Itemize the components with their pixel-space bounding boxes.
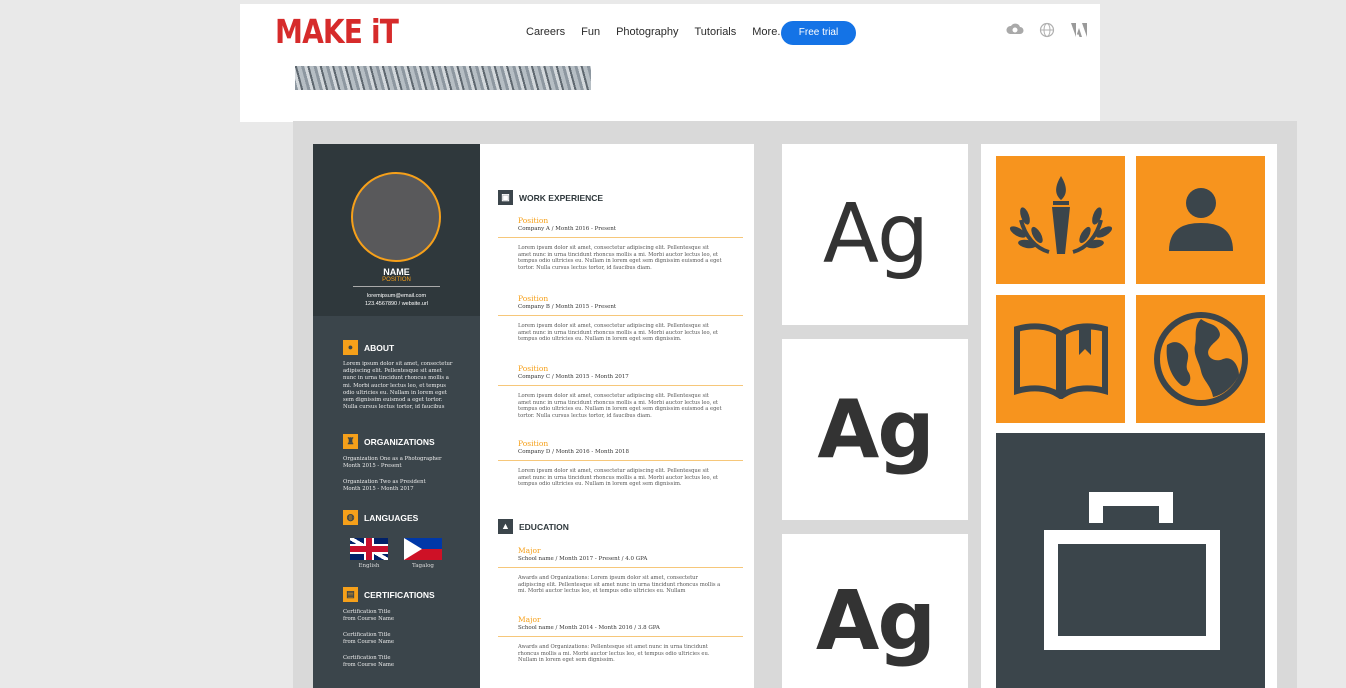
avatar [351, 172, 441, 262]
cert-item: Certification Title from Course Name [343, 609, 395, 623]
cert-item: Certification Title from Course Name [343, 632, 395, 646]
work-heading: ▣ WORK EXPERIENCE [498, 190, 603, 205]
person-icon: ● [343, 340, 358, 355]
resume-main: ▣ WORK EXPERIENCE Position Company A / M… [480, 144, 754, 688]
certifications-heading: ▤ CERTIFICATIONS [343, 587, 435, 602]
organizations-heading: ♜ ORGANIZATIONS [343, 434, 435, 449]
resume-contact: loremipsum@email.com 123.4567890 / websi… [365, 293, 428, 307]
resume-position: POSITION [382, 277, 411, 283]
book-icon: ▤ [343, 587, 358, 602]
nav-photography[interactable]: Photography [616, 26, 678, 38]
type-sample-bold: Ag [782, 534, 968, 688]
cert-item: Certification Title from Course Name [343, 655, 395, 669]
education-heading: ▲ EDUCATION [498, 519, 569, 534]
nav-more[interactable]: More.. [752, 26, 783, 38]
org-item: Organization Two as President Month 2015… [343, 479, 426, 493]
philippines-flag-icon [404, 538, 442, 560]
person-icon [1136, 156, 1265, 284]
resume-sidebar: NAME POSITION loremipsum@email.com 123.4… [313, 144, 480, 688]
languages-heading: ◍ LANGUAGES [343, 510, 418, 525]
globe-icon[interactable] [1038, 22, 1056, 40]
artwork-stage: NAME POSITION loremipsum@email.com 123.4… [293, 121, 1297, 688]
about-text: Lorem ipsum dolor sit amet, consectetur … [343, 361, 453, 411]
torch-laurel-icon [996, 156, 1125, 284]
site-header: MAKE iT Careers Fun Photography Tutorial… [240, 4, 1100, 122]
education-entry: Major School name / Month 2014 - Month 2… [498, 615, 743, 664]
work-entry: Position Company B / Month 2015 - Presen… [498, 294, 743, 343]
briefcase-icon: ▣ [498, 190, 513, 205]
book-icon [996, 295, 1125, 423]
language-label: Tagalog [412, 563, 434, 569]
adobe-icon[interactable] [1070, 22, 1088, 40]
nav-fun[interactable]: Fun [581, 26, 600, 38]
free-trial-button[interactable]: Free trial [781, 21, 856, 45]
hero-image-strip [295, 66, 591, 90]
work-entry: Position Company A / Month 2016 - Presen… [498, 216, 743, 271]
make-it-logo[interactable]: MAKE iT [275, 12, 399, 51]
creative-cloud-icon[interactable] [1006, 22, 1024, 40]
work-entry: Position Company C / Month 2015 - Month … [498, 364, 743, 419]
education-entry: Major School name / Month 2017 - Present… [498, 546, 743, 595]
type-sample-light: Ag [782, 144, 968, 325]
work-entry: Position Company D / Month 2016 - Month … [498, 439, 743, 488]
nav-careers[interactable]: Careers [526, 26, 565, 38]
main-nav: Careers Fun Photography Tutorials More.. [526, 26, 799, 38]
org-item: Organization One as a Photographer Month… [343, 456, 442, 470]
torch-icon: ♜ [343, 434, 358, 449]
resume-template: NAME POSITION loremipsum@email.com 123.4… [313, 144, 754, 688]
language-label: English [358, 563, 380, 569]
icon-set-panel [981, 144, 1277, 688]
uk-flag-icon [350, 538, 388, 560]
briefcase-icon [996, 433, 1265, 688]
nav-tutorials[interactable]: Tutorials [694, 26, 736, 38]
globe-icon [1136, 295, 1265, 423]
globe-icon: ◍ [343, 510, 358, 525]
type-sample-medium: Ag [782, 339, 968, 520]
about-heading: ● ABOUT [343, 340, 394, 355]
graduation-cap-icon: ▲ [498, 519, 513, 534]
resume-name: NAME [383, 267, 410, 277]
